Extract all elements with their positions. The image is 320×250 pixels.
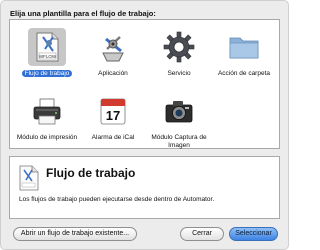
template-image-capture[interactable]: Módulo Captura de Imagen [148,88,210,149]
gear-icon [163,31,195,63]
template-print-plugin[interactable]: Módulo de impresión [16,88,78,146]
open-existing-workflow-button[interactable]: Abrir un flujo de trabajo existente... [13,227,137,241]
folder-icon [229,37,259,59]
template-workflow[interactable]: WFLOW Flujo de trabajo [16,24,78,82]
template-folder-action-icon-box [225,28,263,66]
template-label: Aplicación [98,70,128,77]
workflow-document-icon [19,165,39,191]
template-application[interactable]: Aplicación [82,24,144,82]
workflow-icon-text: WFLOW [39,54,57,59]
description-text: Los flujos de trabajo pueden ejecutarse … [19,196,215,203]
template-print-plugin-icon-box [28,92,66,130]
template-folder-action[interactable]: Acción de carpeta [213,24,275,82]
template-ical-alarm-icon-box: 17 [94,92,132,130]
dialog-prompt: Elija una plantilla para el flujo de tra… [10,9,156,18]
description-icon [18,165,40,196]
printer-icon [33,98,61,125]
template-label: Servicio [167,70,191,77]
workflow-document-icon: WFLOW [36,32,59,62]
template-grid: WFLOW Flujo de trabajo Aplicación Servic… [9,19,280,149]
template-workflow-icon-box: WFLOW [28,28,66,66]
template-ical-alarm[interactable]: 17 Alarma de iCal [82,88,144,146]
calendar-icon: 17 [100,98,126,125]
template-label: Módulo de impresión [16,134,78,141]
automator-robot-icon [102,36,124,62]
template-chooser-dialog: Elija una plantilla para el flujo de tra… [0,0,289,250]
description-title: Flujo de trabajo [46,166,136,180]
template-label: Módulo Captura de Imagen [151,134,207,149]
template-label: Flujo de trabajo [16,70,78,78]
calendar-day-text: 17 [106,108,120,123]
close-button[interactable]: Cerrar [180,227,224,241]
template-image-capture-icon-box [160,92,198,130]
camera-icon [165,101,193,123]
template-application-icon-box [94,28,132,66]
template-label: Acción de carpeta [217,70,271,77]
template-service[interactable]: Servicio [148,24,210,82]
choose-button[interactable]: Seleccionar [229,227,278,241]
template-description-panel: Flujo de trabajo Los flujos de trabajo p… [9,156,280,219]
template-label: Alarma de iCal [91,134,135,141]
template-service-icon-box [160,28,198,66]
